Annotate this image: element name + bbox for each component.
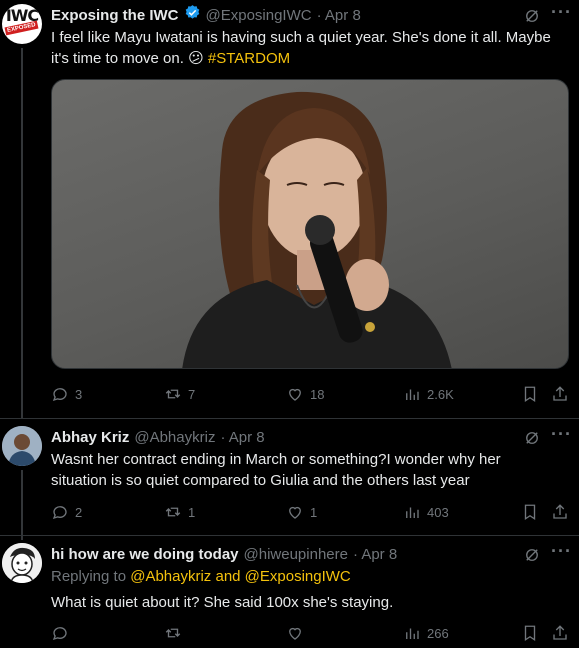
views-icon <box>406 389 419 400</box>
author-name[interactable]: Exposing the IWC <box>51 7 179 24</box>
replying-to-label: Replying to <box>51 568 127 585</box>
more-options-icon[interactable]: ··· <box>551 541 572 562</box>
avatar[interactable] <box>2 543 42 583</box>
tweet-date[interactable]: · Apr 8 <box>317 7 361 24</box>
heart-icon <box>289 506 301 519</box>
heart-icon <box>289 627 301 640</box>
more-options-icon[interactable]: ··· <box>551 2 572 23</box>
repost-icon <box>165 628 181 638</box>
replying-to: Replying to @Abhaykriz and @ExposingIWC <box>51 568 351 585</box>
divider <box>0 535 579 536</box>
tweet-date[interactable]: · Apr 8 <box>220 429 264 446</box>
like-button[interactable]: 1 <box>286 503 317 521</box>
tweet-media-image[interactable] <box>51 79 569 369</box>
bookmark-button[interactable] <box>521 385 539 408</box>
views-button[interactable]: 266 <box>403 624 449 642</box>
bookmark-button[interactable] <box>521 624 539 647</box>
author-name[interactable]: hi how are we doing today <box>51 546 239 563</box>
reply-button[interactable]: 3 <box>51 385 82 403</box>
avatar-drawing <box>2 543 42 583</box>
author-handle[interactable]: @Abhaykriz <box>134 429 215 446</box>
divider <box>0 418 579 419</box>
tweet-text: Wasnt her contract ending in March or so… <box>51 451 501 489</box>
heart-icon <box>289 388 301 401</box>
tweet-date[interactable]: · Apr 8 <box>353 546 397 563</box>
author-handle[interactable]: @hiweupinhere <box>244 546 348 563</box>
views-icon <box>406 628 419 639</box>
reply-button[interactable]: 2 <box>51 503 82 521</box>
views-icon <box>406 507 419 518</box>
reply-icon <box>52 388 67 402</box>
thread-line <box>21 470 23 540</box>
avatar[interactable]: IWC EXPOSED <box>2 4 42 44</box>
share-button[interactable] <box>551 503 569 526</box>
reply-button[interactable] <box>51 624 69 642</box>
tweet-text: I feel like Mayu Iwatani is having such … <box>51 29 551 67</box>
repost-icon <box>165 507 181 517</box>
photo-woman-with-microphone <box>182 91 452 368</box>
author-handle[interactable]: @ExposingIWC <box>206 7 312 24</box>
hashtag-link[interactable]: #STARDOM <box>208 50 290 67</box>
share-icon <box>553 386 567 401</box>
avatar-photo <box>2 426 42 466</box>
repost-button[interactable] <box>164 624 182 642</box>
tweet-text: What is quiet about it? She said 100x sh… <box>51 594 394 611</box>
replying-to-users[interactable]: @Abhaykriz and @ExposingIWC <box>130 568 351 585</box>
bookmark-icon <box>524 504 536 521</box>
emoji: 😕 <box>188 50 204 67</box>
share-icon <box>553 504 567 519</box>
views-button[interactable]: 403 <box>403 503 449 521</box>
bookmark-icon <box>524 625 536 642</box>
like-button[interactable]: 18 <box>286 385 324 403</box>
bookmark-icon <box>524 386 536 403</box>
share-icon <box>553 625 567 640</box>
author-name[interactable]: Abhay Kriz <box>51 429 129 446</box>
reply-icon <box>52 506 67 520</box>
views-button[interactable]: 2.6K <box>403 385 454 403</box>
share-button[interactable] <box>551 624 569 647</box>
verified-icon <box>184 4 201 26</box>
repost-button[interactable]: 7 <box>164 385 195 403</box>
like-button[interactable] <box>286 624 304 642</box>
repost-button[interactable]: 1 <box>164 503 195 521</box>
reply-icon <box>52 627 67 641</box>
thread-line <box>21 48 23 418</box>
more-options-icon[interactable]: ··· <box>551 424 572 445</box>
repost-icon <box>165 389 181 399</box>
grok-icon[interactable] <box>523 429 541 452</box>
bookmark-button[interactable] <box>521 503 539 526</box>
share-button[interactable] <box>551 385 569 408</box>
avatar[interactable] <box>2 426 42 466</box>
grok-icon[interactable] <box>523 546 541 569</box>
